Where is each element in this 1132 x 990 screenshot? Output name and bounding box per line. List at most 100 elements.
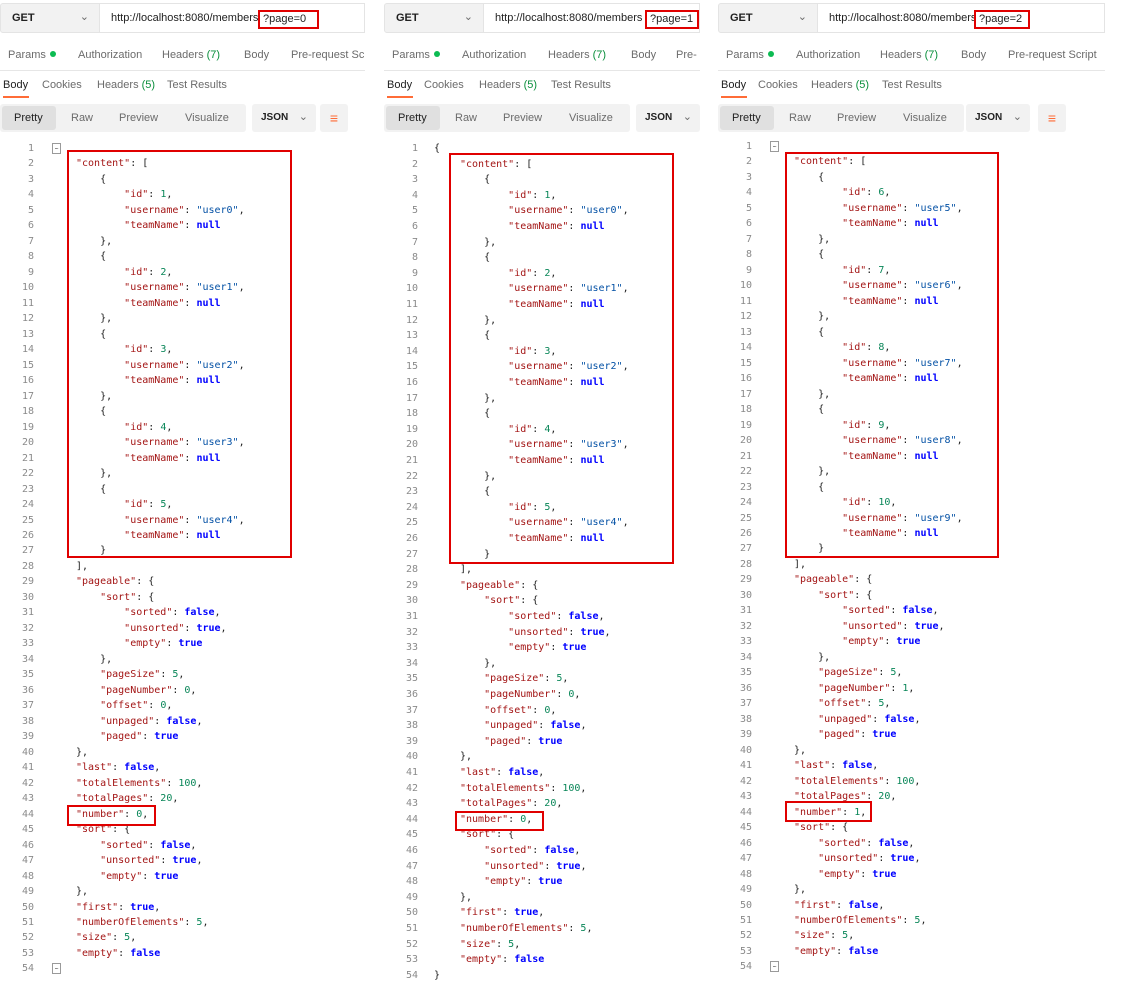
- tab-prerequest[interactable]: Pre-request Script: [1008, 49, 1097, 61]
- code-line: 18 {: [0, 406, 365, 421]
- format-select[interactable]: JSON ⌄: [966, 104, 1030, 132]
- tab-authorization[interactable]: Authorization: [78, 49, 142, 61]
- line-number: 51: [405, 923, 418, 934]
- fold-icon[interactable]: …: [770, 141, 779, 152]
- format-select[interactable]: JSON ⌄: [636, 104, 700, 132]
- code-text: {: [794, 171, 825, 183]
- tab-test-results[interactable]: Test Results: [551, 79, 611, 91]
- code-line: 17 },: [384, 393, 700, 408]
- url-input[interactable]: http://localhost:8080/members ?page=0: [100, 3, 365, 33]
- code-line: 32 "unsorted": true,: [718, 621, 1105, 636]
- tab-response-headers[interactable]: Headers (5): [97, 79, 155, 91]
- tab-headers[interactable]: Headers (7): [162, 49, 220, 61]
- view-raw-button[interactable]: Raw: [455, 112, 477, 124]
- tab-headers[interactable]: Headers (7): [548, 49, 606, 61]
- line-number: 28: [405, 564, 418, 576]
- postman-panel-1: GET ⌄ http://localhost:8080/members ?page=0…: [0, 0, 365, 990]
- tab-test-results[interactable]: Test Results: [882, 79, 942, 91]
- code-line: 41 "last": false,: [384, 767, 700, 782]
- method-select[interactable]: GET ⌄: [0, 3, 100, 33]
- code-text: "teamName": null: [124, 452, 221, 464]
- code-line: 7 },: [718, 234, 1105, 249]
- code-text: "paged": true: [818, 729, 897, 741]
- view-pretty-button[interactable]: Pretty: [386, 106, 440, 130]
- code-line: 28],: [718, 559, 1105, 574]
- tab-prerequest[interactable]: Pre-request Script: [291, 49, 365, 61]
- fold-icon[interactable]: …: [52, 963, 61, 975]
- code-text: "id": 7,: [842, 264, 891, 276]
- code-line: 43 "totalPages": 20,: [718, 791, 1105, 806]
- line-number: 17: [405, 392, 418, 404]
- tab-cookies[interactable]: Cookies: [42, 79, 82, 91]
- tab-body[interactable]: Body: [631, 49, 656, 61]
- code-text: "first": false,: [794, 899, 885, 911]
- tab-response-body[interactable]: Body: [3, 79, 28, 91]
- line-number: 26: [21, 530, 34, 541]
- code-line: 15 "username": "user2",: [0, 360, 365, 375]
- code-text: "sort": {: [460, 829, 515, 841]
- line-number: 38: [739, 713, 752, 725]
- tab-body[interactable]: Body: [244, 49, 269, 61]
- line-number: 19: [21, 421, 34, 433]
- url-input[interactable]: http://localhost:8080/members ?page=1: [484, 3, 700, 33]
- code-line: 39 "paged": true: [0, 731, 365, 746]
- code-text: "id": 5,: [124, 499, 173, 511]
- tab-cookies[interactable]: Cookies: [424, 79, 464, 91]
- line-number: 14: [739, 342, 752, 354]
- tab-response-body[interactable]: Body: [387, 79, 412, 91]
- code-line: 41 "last": false,: [718, 760, 1105, 775]
- tab-response-headers[interactable]: Headers (5): [479, 79, 537, 91]
- tab-params[interactable]: Params: [8, 49, 56, 61]
- view-pretty-button[interactable]: Pretty: [2, 106, 56, 130]
- response-toolbar: Pretty Raw Preview Visualize JSON ⌄: [384, 104, 700, 132]
- tab-prerequest[interactable]: Pre-: [676, 49, 697, 61]
- code-text: {: [460, 252, 491, 264]
- view-raw-button[interactable]: Raw: [71, 112, 93, 124]
- code-text: },: [794, 233, 831, 245]
- view-preview-button[interactable]: Preview: [837, 112, 876, 124]
- view-preview-button[interactable]: Preview: [119, 112, 158, 124]
- view-visualize-button[interactable]: Visualize: [903, 112, 947, 124]
- view-visualize-button[interactable]: Visualize: [569, 112, 613, 124]
- code-text: "numberOfElements": 5,: [76, 917, 209, 928]
- view-pretty-button[interactable]: Pretty: [720, 106, 774, 130]
- code-text: "sort": {: [818, 589, 873, 601]
- tab-headers[interactable]: Headers (7): [880, 49, 938, 61]
- line-number: 38: [21, 715, 34, 727]
- wrap-lines-icon[interactable]: ≡: [1038, 104, 1066, 132]
- fold-icon[interactable]: …: [770, 961, 779, 973]
- fold-icon[interactable]: …: [52, 143, 61, 154]
- url-input[interactable]: http://localhost:8080/members ?page=2: [818, 3, 1105, 33]
- view-raw-button[interactable]: Raw: [789, 112, 811, 124]
- line-number: 27: [405, 548, 418, 560]
- tab-authorization[interactable]: Authorization: [796, 49, 860, 61]
- tab-response-headers[interactable]: Headers (5): [811, 79, 869, 91]
- tab-response-body[interactable]: Body: [721, 79, 746, 91]
- format-select[interactable]: JSON ⌄: [252, 104, 316, 132]
- code-line: 17 },: [718, 389, 1105, 404]
- line-number: 31: [739, 605, 752, 617]
- line-number: 43: [21, 793, 34, 805]
- code-line: 15 "username": "user2",: [384, 361, 700, 376]
- tab-cookies[interactable]: Cookies: [758, 79, 798, 91]
- tab-authorization[interactable]: Authorization: [462, 49, 526, 61]
- code-text: …: [52, 143, 61, 155]
- line-number: 48: [405, 876, 418, 888]
- tab-test-results[interactable]: Test Results: [167, 79, 227, 91]
- line-number: 46: [21, 839, 34, 851]
- code-line: 42 "totalElements": 100,: [718, 776, 1105, 791]
- code-text: "empty": true: [842, 636, 921, 648]
- tab-body[interactable]: Body: [961, 49, 986, 61]
- tab-params[interactable]: Params: [726, 49, 774, 61]
- method-select[interactable]: GET ⌄: [718, 3, 818, 33]
- code-text: },: [76, 390, 113, 402]
- tab-params[interactable]: Params: [392, 49, 440, 61]
- response-toolbar: Pretty Raw Preview Visualize JSON ⌄ ≡: [0, 104, 365, 132]
- code-text: "totalElements": 100,: [76, 777, 203, 789]
- view-preview-button[interactable]: Preview: [503, 112, 542, 124]
- code-line: 49},: [718, 884, 1105, 899]
- method-select[interactable]: GET ⌄: [384, 3, 484, 33]
- line-number: 3: [411, 174, 418, 186]
- wrap-lines-icon[interactable]: ≡: [320, 104, 348, 132]
- view-visualize-button[interactable]: Visualize: [185, 112, 229, 124]
